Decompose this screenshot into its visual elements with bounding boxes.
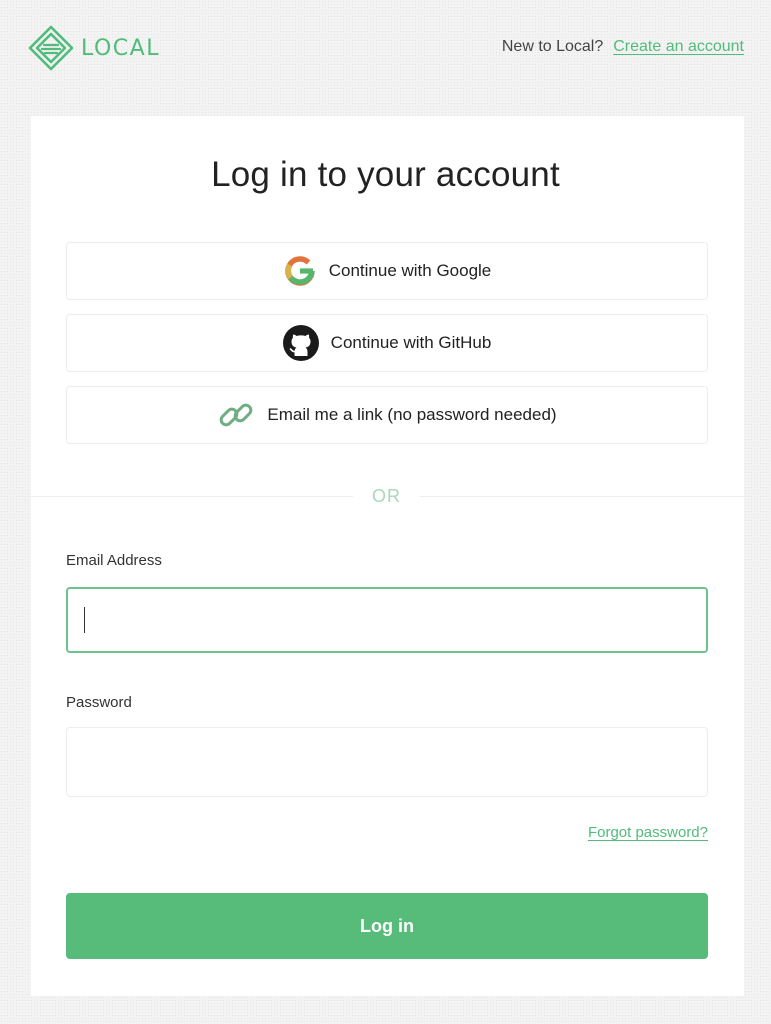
local-logo[interactable]: LOCAL — [28, 25, 160, 71]
top-bar: LOCAL New to Local? Create an account — [0, 0, 771, 100]
password-label: Password — [66, 694, 132, 711]
link-icon — [217, 397, 255, 433]
signup-prompt: New to Local? — [501, 38, 604, 55]
google-button-label: Continue with Google — [328, 261, 492, 280]
divider-line-left — [31, 496, 353, 497]
google-icon — [283, 254, 317, 288]
text-cursor — [84, 607, 85, 633]
github-icon — [282, 325, 319, 361]
logo-wordmark: LOCAL — [81, 35, 160, 61]
github-button-label: Continue with GitHub — [330, 333, 492, 352]
email-link-button[interactable]: Email me a link (no password needed) — [66, 386, 708, 444]
local-logo-icon — [28, 25, 74, 71]
password-input[interactable] — [66, 727, 708, 797]
forgot-password-link[interactable]: Forgot password? — [588, 824, 708, 841]
signup-prompt-group: New to Local? Create an account — [502, 38, 744, 56]
create-account-link[interactable]: Create an account — [613, 38, 744, 56]
login-button[interactable]: Log in — [66, 893, 708, 959]
email-link-button-label: Email me a link (no password needed) — [267, 405, 557, 424]
or-divider: OR — [372, 486, 401, 506]
email-input[interactable] — [66, 587, 708, 653]
continue-with-github-button[interactable]: Continue with GitHub — [66, 314, 708, 372]
divider-line-right — [420, 496, 744, 497]
email-label: Email Address — [66, 552, 162, 569]
page-title: Log in to your account — [211, 155, 560, 194]
continue-with-google-button[interactable]: Continue with Google — [66, 242, 708, 300]
